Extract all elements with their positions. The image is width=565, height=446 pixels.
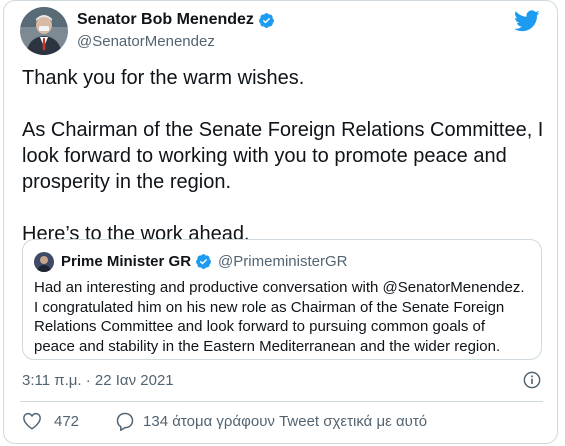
quoted-line: I congratulated him on his new role as C… xyxy=(34,298,505,316)
quoted-avatar[interactable] xyxy=(34,252,54,272)
heart-icon[interactable] xyxy=(22,412,42,430)
author-name[interactable]: Senator Bob Menendez xyxy=(77,11,254,29)
like-count[interactable]: 472 xyxy=(54,413,79,430)
tweet-line: prosperity in the region. xyxy=(22,171,232,193)
tweet-card: Senator Bob Menendez @SenatorMenendez Th… xyxy=(3,0,558,444)
replies-link[interactable]: 134 άτομα γράφουν Tweet σχετικά με αυτό xyxy=(143,413,427,430)
author-name-row[interactable]: Senator Bob Menendez xyxy=(77,11,275,29)
quoted-author-handle[interactable]: @PrimeministerGR xyxy=(218,253,347,270)
verified-badge-icon xyxy=(258,12,274,28)
tweet-line: look forward to working with you to prom… xyxy=(22,145,507,167)
quoted-line: Relations Committee and look forward to … xyxy=(34,318,486,335)
quoted-tweet[interactable]: Prime Minister GR @PrimeministerGR Had a… xyxy=(22,239,542,360)
author-avatar[interactable] xyxy=(20,7,68,55)
tweet-line: As Chairman of the Senate Foreign Relati… xyxy=(22,119,544,141)
author-handle[interactable]: @SenatorMenendez xyxy=(77,33,215,50)
speech-bubble-icon[interactable] xyxy=(115,411,135,431)
divider xyxy=(20,401,543,402)
tweet-body: Thank you for the warm wishes. As Chairm… xyxy=(22,65,547,247)
quoted-body: Had an interesting and productive conver… xyxy=(34,278,539,356)
quoted-author-name[interactable]: Prime Minister GR xyxy=(61,253,191,270)
twitter-bird-icon[interactable] xyxy=(514,10,540,32)
tweet-timestamp[interactable]: 3:11 π.μ. · 22 Ιαν 2021 xyxy=(22,372,174,389)
verified-badge-icon xyxy=(196,254,211,269)
action-bar: 472 134 άτομα γράφουν Tweet σχετικά με α… xyxy=(22,411,427,431)
quoted-line: peace and stability in the Eastern Medit… xyxy=(34,337,501,355)
info-icon[interactable] xyxy=(523,371,541,389)
quoted-author-row[interactable]: Prime Minister GR @PrimeministerGR xyxy=(61,253,347,270)
quoted-line: Had an interesting and productive conver… xyxy=(34,279,525,296)
tweet-line: Thank you for the warm wishes. xyxy=(22,67,305,89)
